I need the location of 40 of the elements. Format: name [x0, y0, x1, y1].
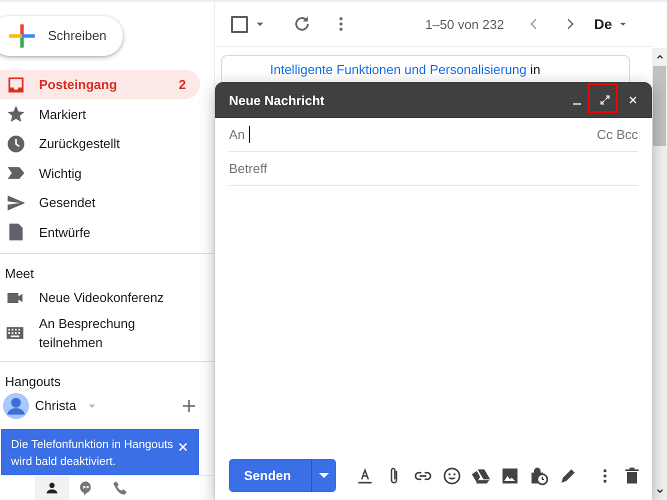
phone-icon [112, 480, 128, 496]
chat-bubble-icon [78, 480, 94, 496]
compose-button[interactable]: Schreiben [0, 16, 123, 56]
inbox-icon [6, 74, 26, 95]
nav-item[interactable]: Posteingang 2 [0, 70, 200, 100]
clock-icon [6, 134, 26, 154]
input-tools-button[interactable]: De [594, 16, 630, 32]
star-icon [6, 104, 26, 124]
scrollbar-thumb[interactable] [653, 66, 666, 146]
image-icon[interactable] [500, 466, 520, 486]
send-icon [6, 192, 26, 213]
lock-clock-icon[interactable] [528, 466, 549, 486]
plus-icon [8, 22, 36, 50]
close-icon[interactable] [627, 94, 639, 106]
notice-text: Die Telefonfunktion in Hangouts wird bald deaktiviert. [11, 438, 174, 470]
link[interactable]: Intelligente Funktionen und Personalisierung [270, 62, 527, 77]
info-text: Intelligente Funktionen und Personalisierung in [270, 62, 540, 77]
nav-item[interactable]: Zurückgestellt [0, 128, 200, 158]
user-name[interactable]: Christa [35, 398, 76, 414]
section-title: Hangouts [4, 372, 62, 391]
meet-item[interactable]: Neue Videokonferenz [0, 284, 214, 311]
hangouts-tab[interactable] [35, 476, 69, 500]
nav-item[interactable]: Wichtig [0, 158, 200, 188]
meet-item[interactable]: An Besprechung teilnehmen [0, 310, 214, 355]
emoji-icon[interactable] [442, 466, 462, 486]
recipient-label: An [229, 127, 245, 142]
nav-item[interactable]: Entwürfe [0, 217, 200, 247]
section-title: Meet [4, 264, 35, 283]
close-icon[interactable] [177, 440, 189, 453]
avatar-icon [3, 392, 29, 419]
cc-bcc-link[interactable]: Cc Bcc [596, 127, 638, 142]
checkbox[interactable] [231, 16, 248, 32]
pagination-text: 1–50 von 232 [425, 16, 504, 32]
scrollbar[interactable] [652, 48, 667, 500]
nav-item[interactable]: Gesendet [0, 188, 200, 218]
compose-title: Neue Nachricht [229, 92, 326, 108]
person-icon [44, 480, 60, 496]
expand-icon[interactable] [599, 94, 611, 106]
nav-item[interactable]: Markiert [0, 99, 200, 129]
unread-count: 2 [178, 77, 186, 92]
